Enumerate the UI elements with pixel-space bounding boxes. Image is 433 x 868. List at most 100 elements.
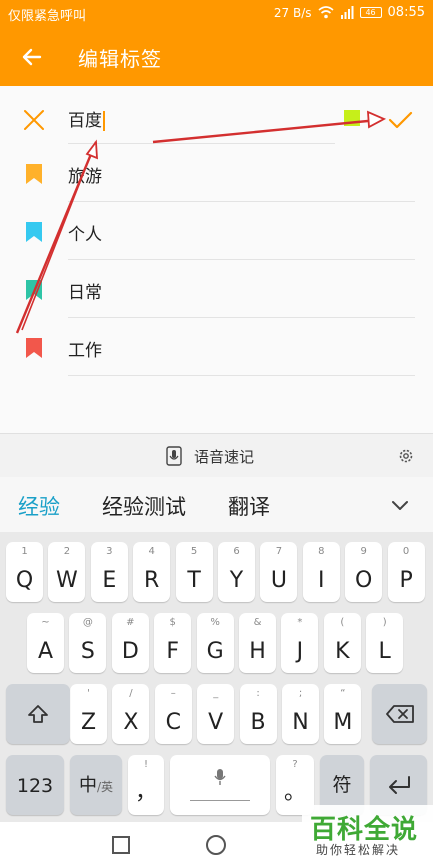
shift-key[interactable] (6, 684, 70, 744)
key-label: H (249, 639, 266, 664)
key-g[interactable]: % G (196, 613, 234, 673)
key-hint: ! (143, 759, 148, 770)
key-label: B (250, 710, 266, 735)
key-label: G (206, 639, 224, 664)
tag-name-input[interactable]: 百度 (68, 106, 105, 131)
backspace-icon (385, 705, 414, 723)
close-icon[interactable] (22, 108, 46, 132)
tag-row[interactable]: 个人 (0, 202, 433, 260)
key-label: X (123, 710, 139, 735)
key-label: 中/英 (70, 771, 122, 797)
key-hint: 0 (402, 546, 410, 557)
key-x[interactable]: / X (112, 684, 150, 744)
key-hint: 4 (148, 546, 155, 557)
tag-label: 个人 (68, 225, 102, 245)
carrier-text: 仅限紧急呼叫 (8, 9, 87, 24)
key-e[interactable]: 3E (90, 542, 128, 602)
chevron-down-icon[interactable] (388, 493, 412, 517)
check-icon[interactable] (386, 106, 414, 134)
key-m[interactable]: “M (324, 684, 362, 744)
candidate-word[interactable]: 翻译 (228, 491, 270, 521)
color-chip[interactable] (344, 110, 360, 126)
space-bar-line (190, 799, 250, 801)
key-b[interactable]: :B (239, 684, 277, 744)
shift-icon (28, 705, 48, 723)
recents-button[interactable] (112, 836, 130, 854)
key-label: M (333, 710, 353, 735)
number-mode-key[interactable]: 123 (6, 755, 64, 815)
tag-row[interactable]: 日常 (0, 260, 433, 318)
key-p[interactable]: 0P (387, 542, 425, 602)
backspace-key[interactable] (372, 684, 427, 744)
signal-icon (340, 6, 354, 19)
key-n[interactable]: ; N (282, 684, 319, 744)
space-key[interactable] (170, 755, 270, 815)
key-k[interactable]: (K (323, 613, 361, 673)
key-l[interactable]: ) L (366, 613, 404, 673)
key-y[interactable]: 6Y (218, 542, 255, 602)
candidate-word[interactable]: 经验测试 (102, 491, 186, 521)
key-d[interactable]: # D (111, 613, 149, 673)
key-label: 。 (283, 780, 306, 805)
key-c[interactable]: – C (154, 684, 192, 744)
status-bar: 仅限紧急呼叫 27 B/s 46 08:55 (0, 0, 433, 28)
voice-memo-bar[interactable]: 语音速记 (0, 433, 433, 477)
key-label: W (56, 568, 78, 593)
key-hint: “ (340, 688, 346, 699)
key-hint: : (256, 688, 260, 699)
back-arrow-icon[interactable] (16, 41, 48, 73)
key-r[interactable]: 4R (133, 542, 171, 602)
key-hint: ? (292, 759, 298, 770)
key-j[interactable]: * J (281, 613, 319, 673)
key-label: R (144, 568, 160, 593)
key-hint: ' (87, 688, 90, 699)
key-o[interactable]: 9O (345, 542, 383, 602)
key-hint: _ (213, 688, 219, 699)
key-label: L (378, 639, 391, 664)
key-i[interactable]: 8I (302, 542, 340, 602)
bookmark-icon (26, 222, 42, 242)
key-v[interactable]: _ V (197, 684, 235, 744)
key-label: S (80, 639, 95, 664)
header: 编辑标签 (0, 28, 433, 86)
key-w[interactable]: 2W (48, 542, 86, 602)
keyboard: 1Q2W3E4R5T6Y7U8I9O0P ~ A @ S # D $ F% G & H * J(K) L … (0, 532, 433, 822)
watermark-subtitle: 助你轻松解决 (316, 843, 401, 857)
tag-row[interactable]: 工作 (0, 318, 433, 376)
key-t[interactable]: 5T (175, 542, 213, 602)
tag-row[interactable]: 旅游 (0, 144, 433, 202)
key-u[interactable]: 7U (260, 542, 298, 602)
key-hint: ) (382, 617, 387, 628)
key-hint: ( (340, 617, 345, 628)
home-button[interactable] (206, 835, 226, 855)
key-label: 符 (332, 774, 352, 796)
key-hint: / (129, 688, 133, 699)
key-hint: 9 (360, 546, 367, 557)
key-label: J (296, 639, 304, 664)
key-hint: $ (169, 617, 176, 628)
tag-label: 日常 (68, 283, 102, 303)
key-a[interactable]: ~ A (27, 613, 64, 673)
row-divider (68, 375, 415, 376)
enter-icon (388, 776, 410, 794)
key-label: P (399, 568, 413, 593)
gear-icon[interactable] (397, 447, 415, 465)
key-hint: * (297, 617, 303, 628)
comma-key[interactable]: ! ， (128, 755, 164, 815)
key-label-sub: /英 (96, 780, 114, 794)
key-q[interactable]: 1Q (6, 542, 43, 602)
key-hint: ~ (41, 617, 50, 628)
key-hint: 2 (63, 546, 71, 557)
app-screen: 仅限紧急呼叫 27 B/s 46 08:55 编辑标签 百度 旅游 个人 日常 … (0, 0, 433, 868)
key-h[interactable]: & H (239, 613, 276, 673)
wifi-icon (318, 6, 334, 19)
key-label: I (318, 568, 325, 593)
candidate-word[interactable]: 经验 (18, 491, 60, 521)
key-z[interactable]: ' Z (70, 684, 107, 744)
key-f[interactable]: $ F (154, 613, 192, 673)
key-label: 123 (16, 775, 54, 797)
key-hint: 7 (275, 546, 283, 557)
language-switch-key[interactable]: 中/英 (70, 755, 122, 815)
key-hint: 5 (190, 546, 198, 557)
key-s[interactable]: @ S (69, 613, 107, 673)
